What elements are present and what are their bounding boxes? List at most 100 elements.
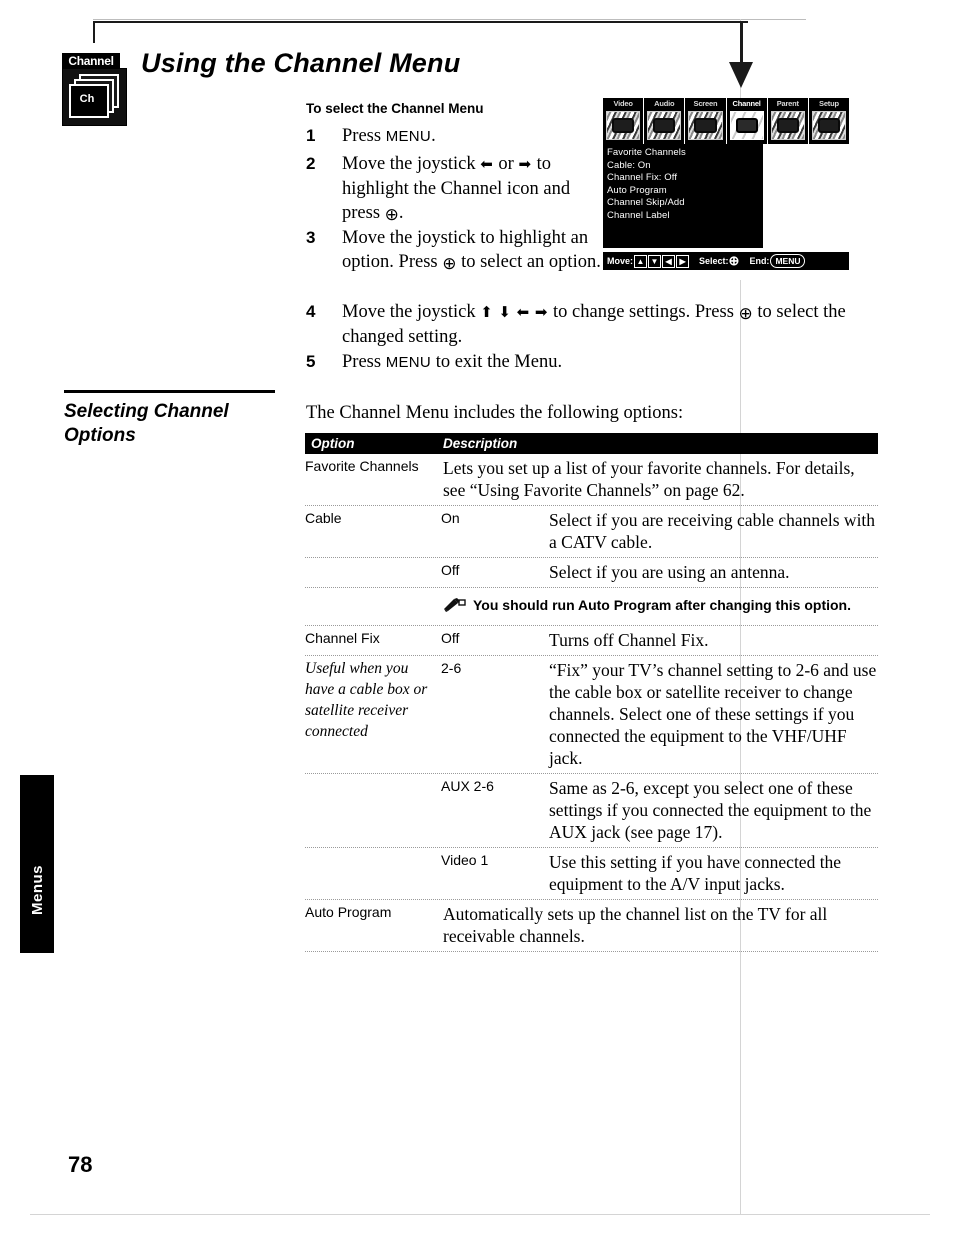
arrow-right-icon: ➡ — [518, 157, 533, 173]
procedure-heading: To select the Channel Menu — [306, 101, 484, 116]
table-cell-option-subnote-wrap: Useful when you have a cable box or sate… — [305, 656, 435, 742]
procedure-step-5: 5 Press MENU to exit the Menu. — [306, 350, 726, 375]
dpad-left-icon: ◀ — [662, 254, 676, 268]
table-cell-option-subnote: Useful when you have a cable box or sate… — [305, 660, 428, 740]
menu-button-icon: MENU — [770, 254, 806, 268]
tv-tab-label: Screen — [693, 99, 718, 108]
manual-page: Channel Ch Using the Channel Menu To sel… — [0, 0, 954, 1236]
callout-line-left — [93, 21, 95, 43]
tv-tab-audio[interactable]: Audio — [644, 98, 686, 144]
tv-status-bar: Move: ▲ ▼ ◀ ▶ Select: ⊕ End: MENU — [603, 252, 849, 270]
tv-menu-item[interactable]: Channel Label — [607, 210, 763, 223]
procedure-step-1: 1 Press MENU. — [306, 124, 606, 149]
arrow-left-icon: ⬅ — [516, 305, 531, 321]
scan-edge-bottom — [30, 1214, 930, 1215]
table-cell-description: Select if you are receiving cable channe… — [549, 510, 876, 552]
side-tab-label: Menus — [29, 864, 46, 915]
table-cell-option: Favorite Channels — [305, 458, 419, 474]
section-title-line2: Options — [64, 425, 136, 446]
table-row: Cable On Select if you are receiving cab… — [305, 506, 878, 558]
table-row: Favorite Channels Lets you set up a list… — [305, 454, 878, 506]
key-menu: MENU — [385, 354, 432, 371]
table-header-row: Option Description — [305, 433, 878, 454]
section-intro-text: The Channel Menu includes the following … — [306, 403, 684, 423]
tv-tab-label: Setup — [819, 99, 839, 108]
select-button-icon: ⊕ — [384, 205, 399, 224]
table-cell-value: On — [441, 510, 460, 526]
tv-move-hint: Move: ▲ ▼ ◀ ▶ — [607, 252, 690, 270]
tv-tab-screen[interactable]: Screen — [685, 98, 727, 144]
tv-menu-list: Favorite Channels Cable: On Channel Fix:… — [603, 144, 763, 248]
table-cell-description: Lets you set up a list of your favorite … — [443, 458, 855, 500]
setup-icon — [811, 111, 847, 140]
tv-tab-bar: Video Audio Screen Channel Parent Setup — [603, 98, 849, 144]
table-row: AUX 2-6 Same as 2-6, except you select o… — [305, 774, 878, 848]
table-cell-value: Off — [441, 562, 460, 578]
dpad-up-icon: ▲ — [634, 254, 648, 268]
table-cell-value: 2-6 — [441, 660, 462, 676]
table-cell-value: AUX 2-6 — [441, 778, 494, 794]
tv-menu-item[interactable]: Cable: On — [607, 160, 763, 173]
arrow-right-icon: ➡ — [534, 305, 549, 321]
tv-select-label: Select: — [699, 256, 729, 266]
procedure-step-2: 2 Move the joystick ⬅ or ➡ to highlight … — [306, 152, 606, 225]
procedure-step-4: 4 Move the joystick ⬆ ⬇ ⬅ ➡ to change se… — [306, 300, 886, 349]
step-number: 3 — [306, 228, 316, 247]
parent-icon — [770, 111, 805, 140]
step-text: Move the joystick to highlight an option… — [342, 228, 601, 273]
channel-badge-inner-label: Ch — [79, 93, 95, 105]
tv-tab-channel[interactable]: Channel — [727, 98, 768, 144]
table-cell-description: Automatically sets up the channel list o… — [443, 904, 828, 946]
select-button-icon: ⊕ — [442, 254, 457, 273]
table-cell-description: Same as 2-6, except you select one of th… — [549, 778, 872, 842]
step-text: Move the joystick ⬆ ⬇ ⬅ ➡ to change sett… — [342, 302, 846, 347]
side-tab-menus: Menus — [20, 775, 54, 953]
page-number: 78 — [68, 1152, 93, 1177]
scan-edge-top — [93, 19, 806, 20]
tv-tab-setup[interactable]: Setup — [809, 98, 849, 144]
video-icon — [606, 111, 641, 140]
channel-badge-icon: Channel Ch — [62, 53, 130, 126]
table-cell-description: Use this setting if you have connected t… — [549, 852, 842, 894]
tv-tab-label: Channel — [732, 99, 761, 108]
section-title: Selecting Channel Options — [64, 400, 294, 448]
step-number: 2 — [306, 154, 316, 173]
tv-end-hint: End: MENU — [749, 252, 806, 270]
select-button-icon: ⊕ — [728, 253, 740, 268]
tv-menu-screenshot: Video Audio Screen Channel Parent Setup — [603, 98, 849, 280]
tv-tab-label: Audio — [654, 99, 675, 108]
table-cell-option: Channel Fix — [305, 629, 435, 648]
tv-tab-label: Video — [613, 99, 633, 108]
table-note-text: You should run Auto Program after changi… — [473, 597, 851, 613]
table-cell-value: Video 1 — [441, 852, 489, 868]
table-row: Video 1 Use this setting if you have con… — [305, 848, 878, 900]
tv-menu-item[interactable]: Channel Skip/Add — [607, 197, 763, 210]
step-number: 4 — [306, 302, 316, 321]
table-cell-option: Auto Program — [305, 904, 392, 920]
arrow-down-icon: ⬇ — [498, 305, 512, 321]
table-cell-description: Turns off Channel Fix. — [549, 630, 709, 650]
step-number: 5 — [306, 352, 316, 371]
tv-tab-parent[interactable]: Parent — [768, 98, 809, 144]
callout-arrow-icon — [729, 62, 753, 88]
step-number: 1 — [306, 126, 316, 145]
table-cell-value: Off — [441, 630, 460, 646]
select-button-icon: ⊕ — [738, 304, 753, 323]
callout-line-horizontal — [93, 21, 748, 23]
tv-move-label: Move: — [607, 256, 634, 266]
tv-tab-video[interactable]: Video — [603, 98, 645, 144]
dpad-down-icon: ▼ — [648, 254, 662, 268]
procedure-step-3: 3 Move the joystick to highlight an opti… — [306, 226, 606, 274]
tv-menu-item[interactable]: Channel Fix: Off — [607, 172, 763, 185]
channel-options-table: Option Description Favorite Channels Let… — [305, 433, 878, 952]
tv-end-label: End: — [749, 256, 770, 266]
key-menu: MENU — [385, 128, 432, 145]
tv-menu-item[interactable]: Auto Program — [607, 185, 763, 198]
step-text: Press MENU to exit the Menu. — [342, 352, 563, 372]
arrow-up-icon: ⬆ — [480, 305, 494, 321]
table-row: Off Select if you are using an antenna. — [305, 558, 878, 588]
channel-icon — [729, 111, 764, 140]
tv-menu-item[interactable]: Favorite Channels — [607, 147, 763, 160]
section-title-line1: Selecting Channel — [64, 401, 229, 422]
page-title: Using the Channel Menu — [141, 48, 461, 78]
